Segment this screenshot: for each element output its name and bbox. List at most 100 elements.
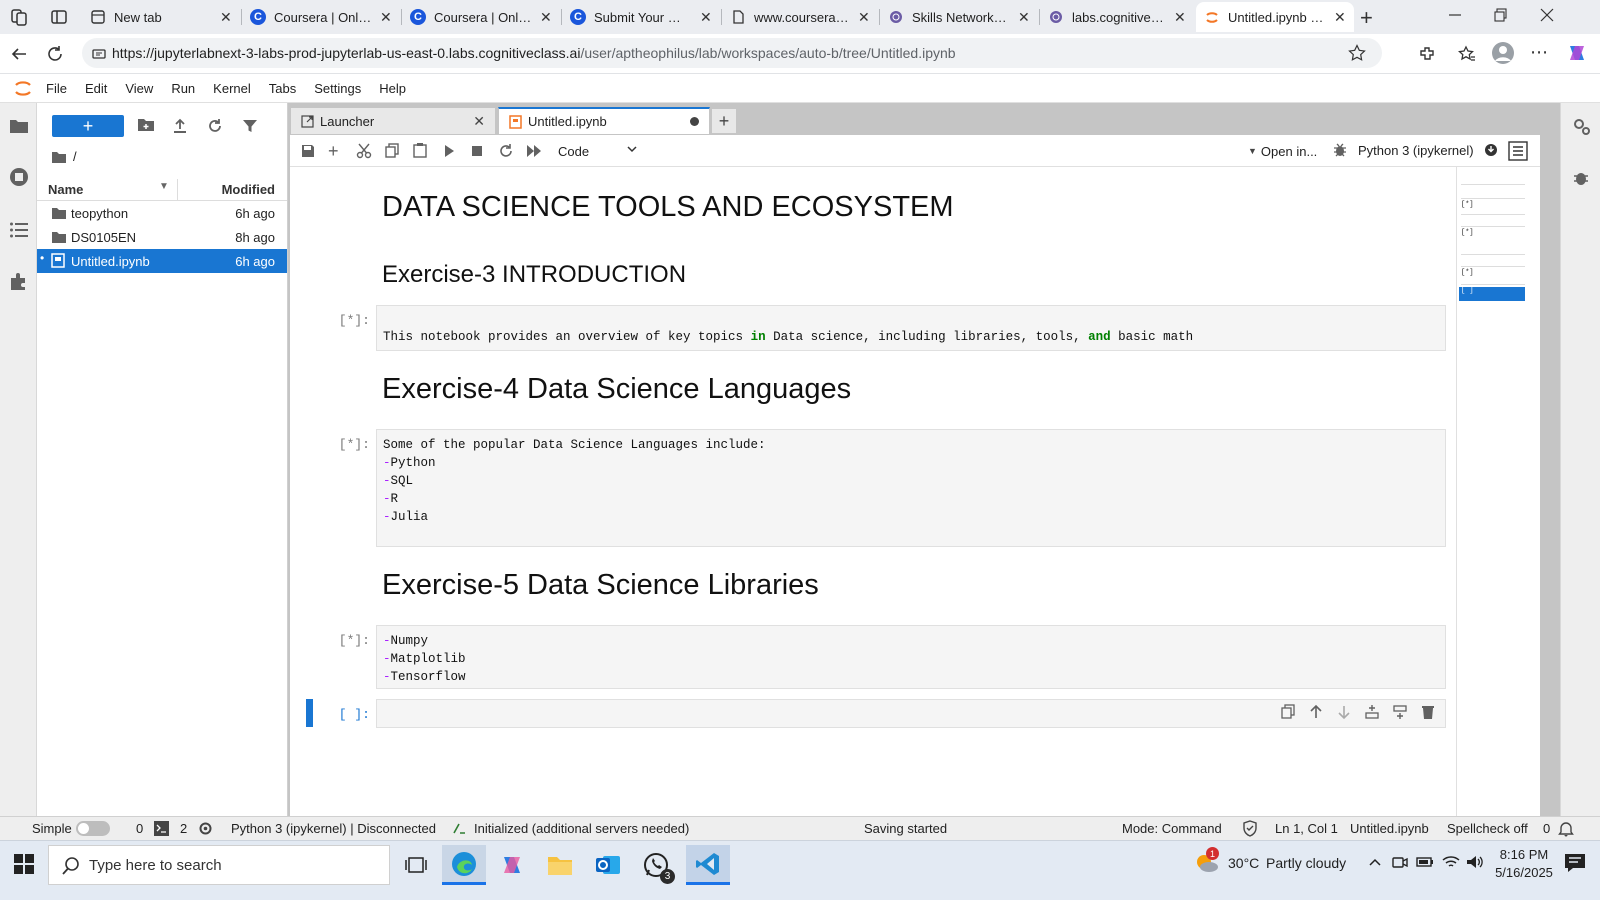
weather-icon[interactable]: 1 — [1194, 847, 1220, 876]
insert-above-icon[interactable] — [1364, 704, 1380, 720]
paste-icon[interactable] — [412, 142, 428, 158]
close-icon[interactable]: ✕ — [700, 9, 712, 26]
close-icon[interactable]: ✕ — [858, 9, 870, 26]
menu-run[interactable]: Run — [171, 81, 195, 96]
favorites-icon[interactable] — [1458, 45, 1476, 63]
restart-run-all-icon[interactable] — [526, 144, 542, 158]
new-tab-button[interactable]: + — [1360, 5, 1373, 31]
breadcrumb[interactable]: / — [51, 149, 77, 164]
browser-tab[interactable]: New tab ✕ — [82, 2, 240, 32]
add-cell-icon[interactable]: + — [328, 141, 339, 162]
browser-tab[interactable]: C Submit Your Work ✕ — [562, 2, 720, 32]
terminal-icon[interactable] — [154, 821, 169, 836]
notification-count[interactable]: 0 — [1543, 821, 1550, 836]
move-up-icon[interactable] — [1308, 704, 1324, 720]
new-folder-icon[interactable] — [137, 117, 155, 135]
minimize-icon[interactable] — [1448, 8, 1462, 22]
refresh-icon[interactable] — [46, 45, 64, 63]
minimap-heading[interactable] — [1461, 217, 1525, 227]
browser-tab-active[interactable]: Untitled.ipynb (aut ✕ — [1196, 2, 1354, 32]
file-row[interactable]: DS0105EN 8h ago — [37, 225, 287, 249]
weather-desc[interactable]: Partly cloudy — [1266, 855, 1346, 871]
duplicate-cell-icon[interactable] — [1280, 704, 1296, 720]
favorite-star-icon[interactable] — [1348, 44, 1366, 62]
debugger-bug-icon[interactable] — [1332, 142, 1348, 158]
file-explorer-icon[interactable] — [538, 845, 582, 885]
menu-view[interactable]: View — [125, 81, 153, 96]
lsp-icon[interactable] — [452, 821, 467, 836]
minimap-cell[interactable]: [*] — [1461, 269, 1525, 285]
browser-tab[interactable]: Skills Network Edit ✕ — [880, 2, 1038, 32]
clock-date[interactable]: 5/16/2025 — [1490, 865, 1558, 880]
running-kernels-icon[interactable] — [9, 167, 29, 187]
close-icon[interactable]: ✕ — [220, 9, 232, 26]
copilot-icon[interactable] — [1566, 42, 1588, 64]
edge-app-icon[interactable] — [442, 845, 486, 885]
tab-launcher[interactable]: Launcher ✕ — [290, 107, 496, 135]
kernel-gear-icon[interactable] — [198, 821, 213, 836]
table-of-contents-icon[interactable] — [9, 221, 29, 239]
profile-avatar[interactable] — [1492, 42, 1514, 64]
minimap-cell[interactable]: [*] — [1461, 229, 1525, 255]
cursor-position[interactable]: Ln 1, Col 1 — [1275, 821, 1338, 836]
unsaved-dot-icon[interactable] — [690, 117, 699, 126]
taskbar-search-input[interactable]: Type here to search — [48, 845, 390, 885]
restore-icon[interactable] — [1494, 8, 1508, 22]
code-cell-intro[interactable]: This notebook provides an overview of ke… — [376, 305, 1446, 351]
volume-icon[interactable] — [1466, 854, 1484, 870]
kernel-status[interactable]: Python 3 (ipykernel) | Disconnected — [231, 821, 436, 836]
tab-actions-icon[interactable] — [50, 8, 68, 26]
delete-cell-icon[interactable] — [1420, 704, 1436, 720]
copy-icon[interactable] — [384, 143, 400, 159]
upload-icon[interactable] — [171, 117, 189, 135]
vscode-app-icon[interactable] — [686, 845, 730, 885]
filter-icon[interactable] — [241, 117, 259, 135]
close-icon[interactable]: ✕ — [1334, 9, 1346, 26]
column-modified[interactable]: Modified — [222, 182, 275, 197]
new-tab-button[interactable]: + — [712, 109, 736, 133]
move-down-icon[interactable] — [1336, 704, 1352, 720]
close-icon[interactable]: ✕ — [380, 9, 392, 26]
address-bar[interactable]: https://jupyterlabnext-3-labs-prod-jupyt… — [82, 38, 1382, 68]
save-icon[interactable] — [300, 143, 316, 159]
property-inspector-icon[interactable] — [1508, 141, 1528, 161]
more-menu-icon[interactable]: ⋯ — [1530, 42, 1548, 63]
kernel-count[interactable]: 2 — [180, 821, 187, 836]
file-row[interactable]: teopython 6h ago — [37, 201, 287, 225]
folder-icon[interactable] — [9, 117, 29, 135]
wifi-icon[interactable] — [1442, 854, 1460, 870]
clock-time[interactable]: 8:16 PM — [1496, 847, 1552, 862]
close-icon[interactable]: ✕ — [540, 9, 552, 26]
browser-tab[interactable]: C Coursera | Online C ✕ — [402, 2, 560, 32]
debugger-icon[interactable] — [1572, 169, 1590, 187]
refresh-files-icon[interactable] — [206, 117, 224, 135]
weather-temp[interactable]: 30°C — [1228, 855, 1259, 871]
chevron-up-icon[interactable] — [1368, 855, 1382, 869]
restart-icon[interactable] — [498, 143, 514, 159]
minimap-active-cell[interactable]: [ ] — [1459, 287, 1525, 301]
lsp-status[interactable]: Initialized (additional servers needed) — [474, 821, 689, 836]
meet-now-icon[interactable] — [1392, 854, 1408, 870]
column-name[interactable]: Name — [48, 182, 83, 197]
minimap-cell[interactable]: [*] — [1461, 201, 1525, 215]
spellcheck-status[interactable]: Spellcheck off — [1447, 821, 1528, 836]
extension-manager-icon[interactable] — [9, 271, 29, 291]
outlook-app-icon[interactable] — [586, 845, 630, 885]
menu-file[interactable]: File — [46, 81, 67, 96]
site-info-icon[interactable] — [92, 46, 106, 60]
notifications-icon[interactable] — [1564, 853, 1586, 873]
terminal-count[interactable]: 0 — [136, 821, 143, 836]
windows-start-icon[interactable] — [14, 854, 34, 874]
battery-icon[interactable] — [1416, 854, 1434, 870]
tab-notebook[interactable]: Untitled.ipynb — [498, 107, 710, 135]
browser-tab[interactable]: www.coursera.org ✕ — [722, 2, 878, 32]
close-icon[interactable]: ✕ — [1174, 9, 1186, 26]
minimap-heading[interactable] — [1461, 187, 1525, 199]
property-inspector-gears-icon[interactable] — [1572, 117, 1592, 137]
minimap-heading[interactable] — [1461, 257, 1525, 267]
browser-tab[interactable]: labs.cognitiveclass. ✕ — [1040, 2, 1194, 32]
kernel-name[interactable]: Python 3 (ipykernel) — [1358, 143, 1474, 158]
menu-settings[interactable]: Settings — [314, 81, 361, 96]
browser-tab[interactable]: C Coursera | Online C ✕ — [242, 2, 400, 32]
code-cell-libraries[interactable]: -Numpy -Matplotlib -Tensorflow — [376, 625, 1446, 689]
